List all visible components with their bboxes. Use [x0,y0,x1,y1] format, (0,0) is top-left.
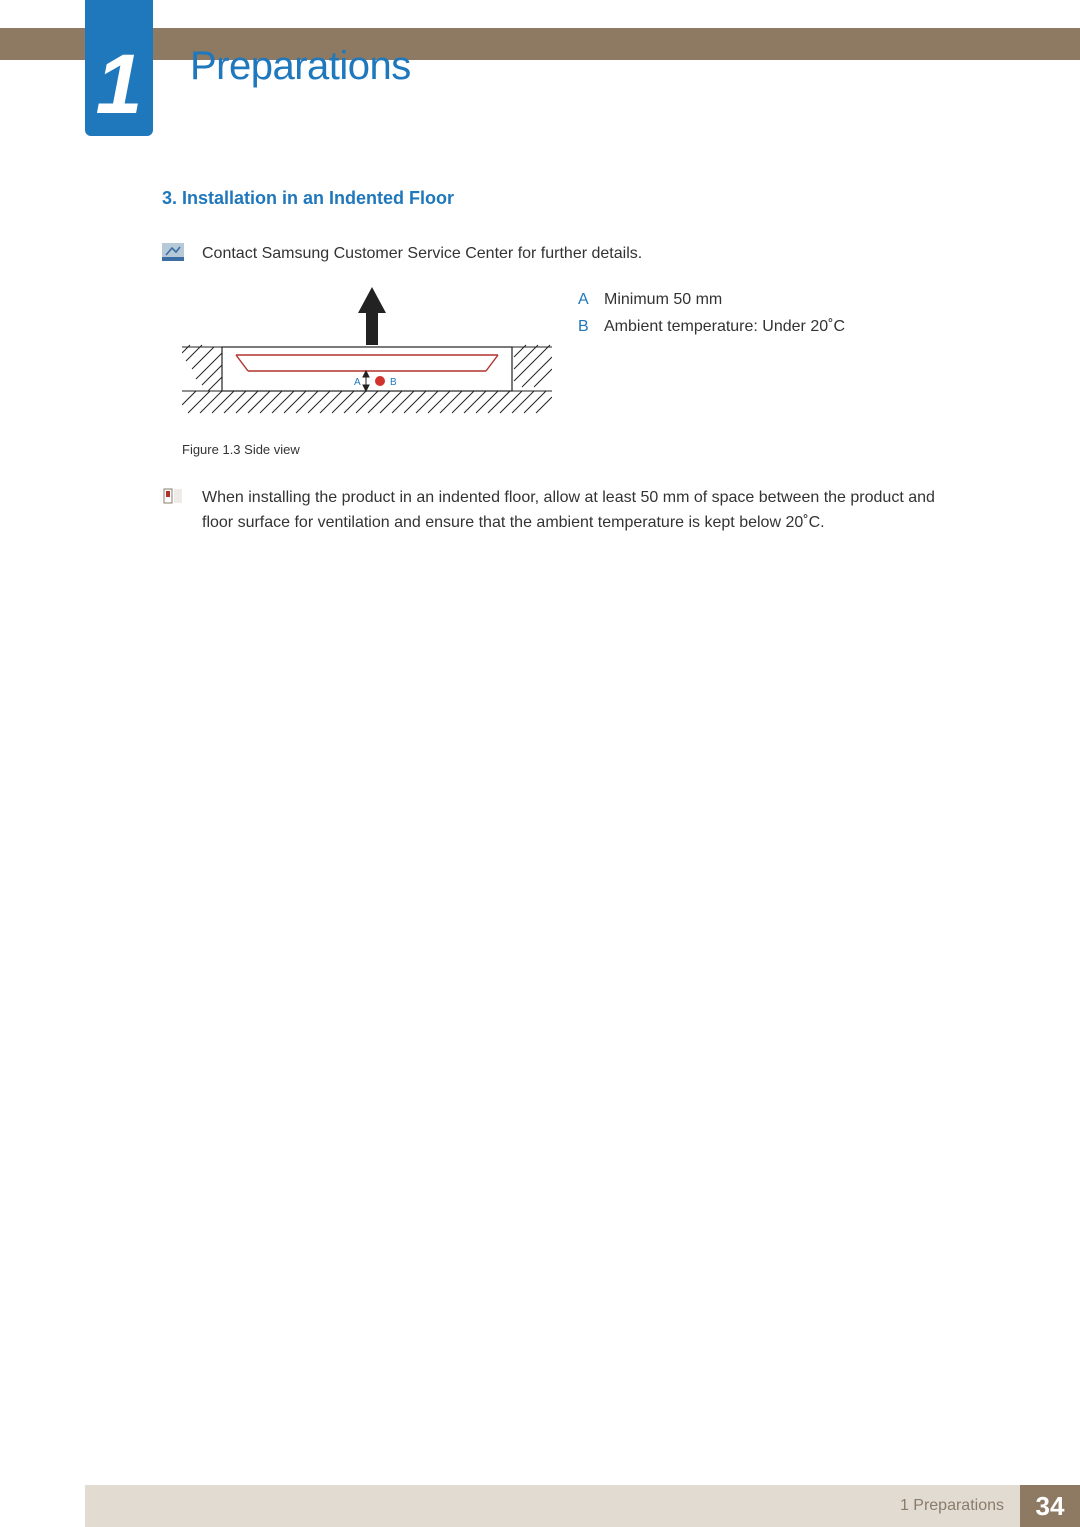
chapter-title: Preparations [190,44,411,89]
chapter-number: 1 [96,42,143,126]
legend-row-a: A Minimum 50 mm [578,287,965,313]
legend-text: Ambient temperature: Under 20˚C [604,314,845,340]
legend-letter: B [578,314,594,340]
figure-legend: A Minimum 50 mm B Ambient temperature: U… [578,285,965,342]
warning-row: When installing the product in an indent… [162,485,965,536]
warning-icon [162,487,184,505]
note-icon [162,243,184,261]
svg-text:B: B [390,377,397,388]
svg-text:A: A [354,377,361,388]
warning-text: When installing the product in an indent… [202,485,965,536]
figure-row: A B Figure 1.3 Side view A Minimum 50 mm… [182,285,965,457]
footer-page-number: 34 [1020,1485,1080,1527]
info-note-text: Contact Samsung Customer Service Center … [202,241,965,267]
legend-row-b: B Ambient temperature: Under 20˚C [578,314,965,340]
footer-section-label: 1 Preparations [85,1485,1020,1527]
chapter-number-badge: 1 [85,0,153,136]
info-note-row: Contact Samsung Customer Service Center … [162,241,965,267]
page-content: 3. Installation in an Indented Floor Con… [162,188,965,536]
page-footer: 1 Preparations 34 [0,1485,1080,1527]
legend-letter: A [578,287,594,313]
top-accent-bar [0,28,1080,60]
section-heading: 3. Installation in an Indented Floor [162,188,965,209]
figure-caption: Figure 1.3 Side view [182,442,552,457]
legend-text: Minimum 50 mm [604,287,722,313]
figure-side-view: A B Figure 1.3 Side view [182,285,552,457]
